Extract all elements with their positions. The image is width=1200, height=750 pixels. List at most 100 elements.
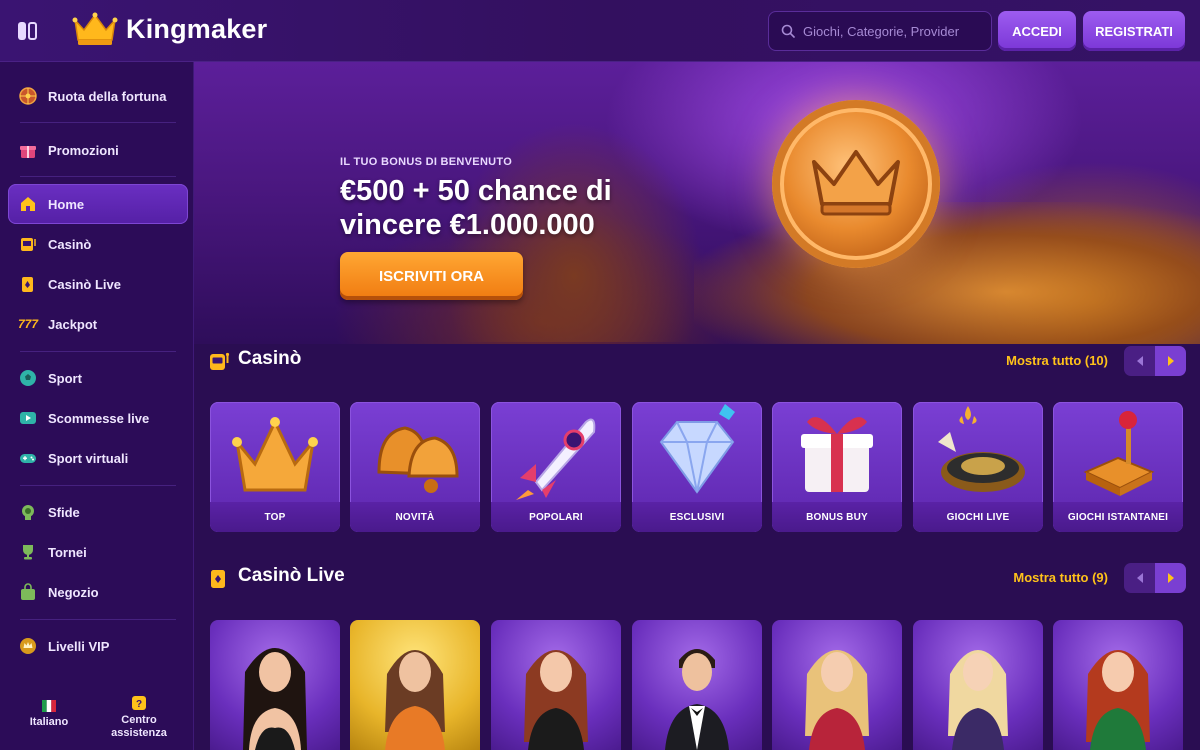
- carousel-next-button[interactable]: [1155, 346, 1186, 376]
- carousel-prev-button[interactable]: [1124, 346, 1155, 376]
- category-label: BONUS BUY: [772, 502, 902, 532]
- category-label: POPOLARI: [491, 502, 621, 532]
- cards-icon: [211, 570, 225, 588]
- sidebar-item-virtual-sports[interactable]: Sport virtuali: [8, 438, 188, 478]
- casino-live-section-title: Casinò Live: [238, 565, 345, 586]
- welcome-bonus-banner[interactable]: IL TUO BONUS DI BENVENUTO €500 + 50 chan…: [194, 62, 1200, 344]
- sidebar-item-label: Home: [48, 196, 85, 212]
- sidebar: Ruota della fortuna Promozioni Home Casi…: [0, 62, 194, 750]
- sidebar-item-label: Negozio: [48, 584, 99, 600]
- casino-section-title: Casinò: [238, 348, 302, 369]
- sidebar-item-label: Casinò Live: [48, 276, 121, 292]
- gift-box-icon: [801, 417, 873, 492]
- live-dealer-card[interactable]: [350, 620, 480, 750]
- language-label: Italiano: [29, 716, 69, 728]
- sidebar-item-vip-levels[interactable]: Livelli VIP: [8, 626, 188, 666]
- category-card-popular[interactable]: POPOLARI: [491, 402, 621, 532]
- category-label: TOP: [210, 502, 340, 532]
- brand-name: Kingmaker: [126, 13, 268, 44]
- dealer-portrait-icon: [948, 650, 1008, 750]
- search-box[interactable]: [768, 11, 992, 51]
- sidebar-item-jackpot[interactable]: 777 Jackpot: [8, 304, 188, 344]
- dealer-portrait-icon: [243, 648, 307, 750]
- sidebar-item-label: Livelli VIP: [48, 638, 110, 654]
- category-label: NOVITÀ: [350, 502, 480, 532]
- svg-text:?: ?: [136, 699, 142, 710]
- signup-now-button[interactable]: ISCRIVITI ORA: [340, 252, 523, 300]
- sidebar-divider: [20, 176, 176, 177]
- live-dealer-card[interactable]: [491, 620, 621, 750]
- sidebar-item-home[interactable]: Home: [8, 184, 188, 224]
- sidebar-item-label: Sfide: [48, 504, 80, 520]
- diamond-icon: [659, 404, 735, 494]
- casino-carousel-controls: [1124, 346, 1186, 376]
- search-input[interactable]: [803, 23, 983, 39]
- dealer-portrait-icon: [1086, 650, 1150, 750]
- vip-crown-icon: [18, 636, 38, 656]
- category-label: GIOCHI LIVE: [913, 502, 1043, 532]
- casino-live-section-header: Casinò Live Mostra tutto (9): [208, 563, 1186, 593]
- sidebar-item-wheel[interactable]: Ruota della fortuna: [8, 76, 188, 116]
- live-dealer-card[interactable]: [1053, 620, 1183, 750]
- sidebar-item-promotions[interactable]: Promozioni: [8, 130, 188, 170]
- search-icon: [781, 24, 795, 38]
- sidebar-item-sport[interactable]: Sport: [8, 358, 188, 398]
- casino-show-all-link[interactable]: Mostra tutto (10): [1006, 353, 1108, 368]
- jackpot-777-icon: 777: [17, 317, 39, 331]
- live-dealer-card[interactable]: [210, 620, 340, 750]
- category-card-live-games[interactable]: GIOCHI LIVE: [913, 402, 1043, 532]
- language-selector[interactable]: Italiano: [4, 700, 94, 729]
- soccer-ball-icon: [18, 368, 38, 388]
- register-button[interactable]: REGISTRATI: [1083, 11, 1185, 51]
- trophy-icon: [18, 542, 38, 562]
- category-card-instant-games[interactable]: GIOCHI ISTANTANEI: [1053, 402, 1183, 532]
- category-card-bonus-buy[interactable]: BONUS BUY: [772, 402, 902, 532]
- login-button[interactable]: ACCEDI: [998, 11, 1076, 51]
- live-play-icon: [18, 408, 38, 428]
- wheel-icon: [18, 86, 38, 106]
- category-card-top[interactable]: TOP: [210, 402, 340, 532]
- dealer-portrait-icon: [524, 650, 588, 750]
- sidebar-item-label: Promozioni: [48, 142, 119, 158]
- roulette-icon: [938, 406, 1025, 492]
- bells-icon: [377, 426, 459, 493]
- sidebar-item-shop[interactable]: Negozio: [8, 572, 188, 612]
- joystick-icon: [1083, 411, 1155, 496]
- sidebar-item-casino[interactable]: Casinò: [8, 224, 188, 264]
- sidebar-item-live-betting[interactable]: Scommesse live: [8, 398, 188, 438]
- shop-bag-icon: [18, 582, 38, 602]
- help-center-link[interactable]: ? Centro assistenza: [94, 696, 184, 740]
- casino-category-row: TOP NOVITÀ POPOLARI ESCLUSIVI BONUS BUY …: [210, 402, 1184, 532]
- help-label-line1: Centro: [121, 714, 157, 726]
- chevron-right-icon: [1167, 356, 1174, 366]
- chevron-left-icon: [1136, 356, 1143, 366]
- casino-live-show-all-link[interactable]: Mostra tutto (9): [1013, 570, 1108, 585]
- live-dealer-card[interactable]: [913, 620, 1043, 750]
- banner-title: €500 + 50 chance di vincere €1.000.000: [340, 175, 612, 241]
- dealer-portrait-icon: [385, 650, 445, 750]
- sidebar-item-casino-live[interactable]: Casinò Live: [8, 264, 188, 304]
- category-card-exclusive[interactable]: ESCLUSIVI: [632, 402, 762, 532]
- category-label: ESCLUSIVI: [632, 502, 762, 532]
- sidebar-item-label: Scommesse live: [48, 410, 150, 426]
- sidebar-item-challenges[interactable]: Sfide: [8, 492, 188, 532]
- live-dealer-card[interactable]: [772, 620, 902, 750]
- category-card-new[interactable]: NOVITÀ: [350, 402, 480, 532]
- sidebar-item-label: Sport virtuali: [48, 450, 129, 466]
- chevron-left-icon: [1136, 573, 1143, 583]
- sidebar-item-label: Tornei: [48, 544, 87, 560]
- carousel-next-button[interactable]: [1155, 563, 1186, 593]
- gamepad-icon: [18, 448, 38, 468]
- casino-section-header: Casinò Mostra tutto (10): [208, 346, 1186, 376]
- home-icon: [18, 194, 38, 214]
- sidebar-item-label: Jackpot: [48, 316, 98, 332]
- sidebar-item-label: Ruota della fortuna: [48, 88, 167, 104]
- live-dealer-card[interactable]: [632, 620, 762, 750]
- sidebar-item-label: Sport: [48, 370, 82, 386]
- brand-logo[interactable]: Kingmaker: [72, 12, 267, 46]
- sidebar-item-tournaments[interactable]: Tornei: [8, 532, 188, 572]
- carousel-prev-button[interactable]: [1124, 563, 1155, 593]
- banner-gold-coins-decoration: [694, 202, 1200, 344]
- sidebar-toggle-icon[interactable]: [18, 22, 38, 40]
- sidebar-divider: [20, 351, 176, 352]
